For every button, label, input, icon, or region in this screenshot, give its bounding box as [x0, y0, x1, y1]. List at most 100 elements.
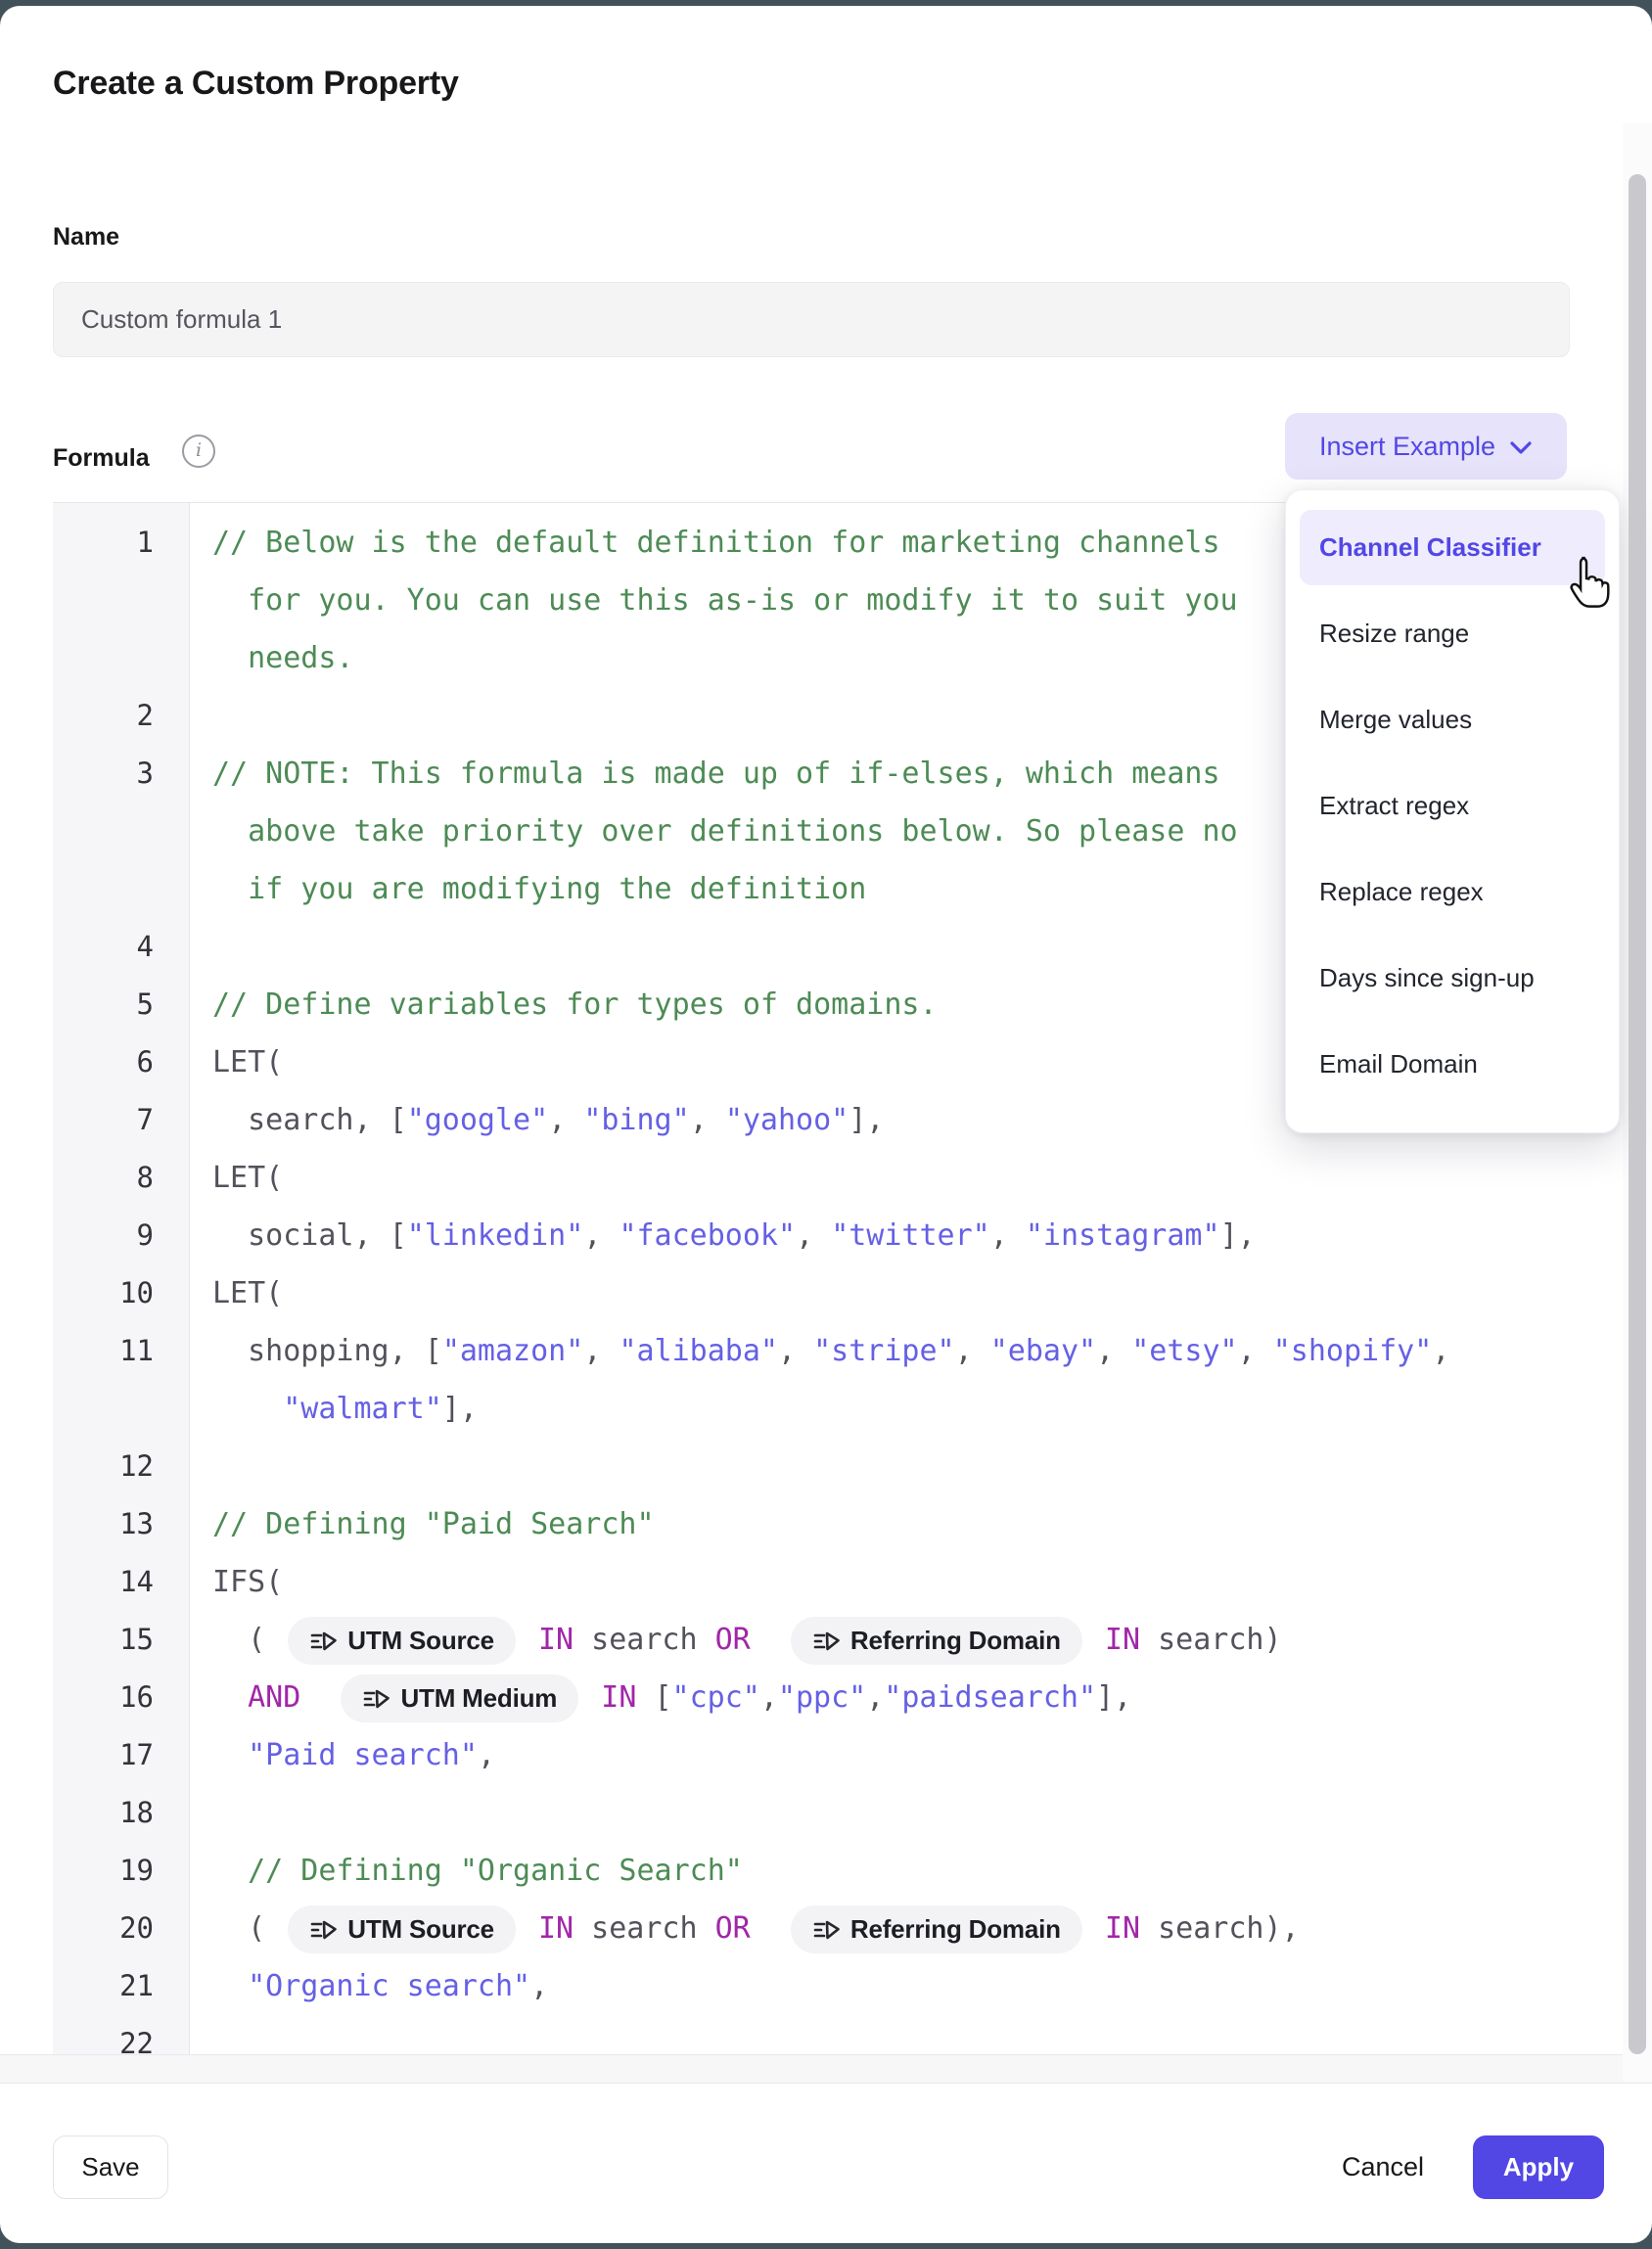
- line-number: 21: [53, 1957, 154, 2015]
- code-segment-code: ],: [442, 1392, 478, 1426]
- line-number: 17: [53, 1726, 154, 1784]
- code-row: ( UTM Source IN search OR Referring Doma…: [212, 1900, 1300, 1957]
- code-row: "Organic search",: [212, 1957, 548, 2015]
- code-row: needs.: [212, 629, 354, 687]
- line-number: 5: [53, 976, 154, 1033]
- code-segment-comment: // Define variables for types of domains…: [212, 987, 938, 1022]
- menu-item-replace-regex[interactable]: Replace regex: [1300, 854, 1605, 930]
- menu-item-days-since-sign-up[interactable]: Days since sign-up: [1300, 941, 1605, 1016]
- name-input[interactable]: [53, 282, 1570, 357]
- hand-cursor-icon: [1562, 554, 1617, 613]
- code-segment-string: "Paid search": [248, 1738, 478, 1772]
- cancel-button[interactable]: Cancel: [1336, 2151, 1430, 2183]
- code-segment-string: "instagram": [1026, 1218, 1220, 1253]
- code-segment-code: (: [212, 1623, 283, 1657]
- save-button[interactable]: Save: [53, 2135, 168, 2199]
- property-chip-utm-source[interactable]: UTM Source: [288, 1905, 516, 1953]
- code-segment-op: IN: [538, 1623, 574, 1657]
- code-row: IFS(: [212, 1553, 283, 1611]
- code-segment-code: ,: [690, 1103, 725, 1137]
- code-segment-code: shopping, [: [212, 1334, 442, 1368]
- code-row: shopping, ["amazon", "alibaba", "stripe"…: [212, 1322, 1449, 1380]
- code-segment-comment: if you are modifying the definition: [212, 872, 866, 906]
- property-chip-label: UTM Medium: [400, 1670, 557, 1727]
- property-chip-utm-medium[interactable]: UTM Medium: [341, 1675, 578, 1722]
- line-number: 7: [53, 1091, 154, 1149]
- code-segment-code: search),: [1140, 1911, 1300, 1946]
- code-segment-comment: needs.: [212, 641, 354, 675]
- property-icon: [362, 1685, 390, 1713]
- line-number: 22: [53, 2015, 154, 2055]
- code-segment-code: ,: [583, 1334, 619, 1368]
- code-segment-comment: // NOTE: This formula is made up of if-e…: [212, 757, 1220, 791]
- code-row: // Defining "Organic Search": [212, 1842, 743, 1900]
- code-segment-code: [300, 1680, 336, 1715]
- code-segment-code: [: [636, 1680, 671, 1715]
- line-number: 8: [53, 1149, 154, 1207]
- property-icon: [812, 1916, 840, 1944]
- code-segment-comment: // Below is the default definition for m…: [212, 526, 1220, 560]
- line-number: 16: [53, 1669, 154, 1726]
- app-background: Create a Custom Property Name Formula i …: [0, 0, 1652, 2249]
- code-segment-op: AND: [248, 1680, 300, 1715]
- code-segment-code: [583, 1680, 601, 1715]
- code-segment-code: [212, 1680, 248, 1715]
- line-number: 3: [53, 745, 154, 803]
- code-segment-code: ,: [866, 1680, 884, 1715]
- code-row: "walmart"],: [212, 1380, 478, 1438]
- line-number: 1: [53, 514, 154, 572]
- code-segment-code: ,: [760, 1680, 778, 1715]
- apply-button[interactable]: Apply: [1473, 2135, 1604, 2199]
- code-segment-code: [521, 1911, 538, 1946]
- menu-item-resize-range[interactable]: Resize range: [1300, 596, 1605, 671]
- menu-item-merge-values[interactable]: Merge values: [1300, 682, 1605, 757]
- line-number: 14: [53, 1553, 154, 1611]
- line-number: 9: [53, 1207, 154, 1264]
- code-segment-string: "ebay": [990, 1334, 1096, 1368]
- code-segment-code: ,: [1238, 1334, 1273, 1368]
- line-number: 13: [53, 1495, 154, 1553]
- insert-example-label: Insert Example: [1319, 432, 1495, 462]
- property-icon: [812, 1628, 840, 1655]
- property-chip-referring-domain[interactable]: Referring Domain: [791, 1617, 1082, 1665]
- name-label: Name: [53, 223, 119, 252]
- code-segment-code: [212, 1969, 248, 2003]
- property-chip-utm-source[interactable]: UTM Source: [288, 1617, 516, 1665]
- code-row: LET(: [212, 1264, 283, 1322]
- line-number: 6: [53, 1033, 154, 1091]
- code-row: if you are modifying the definition: [212, 860, 866, 918]
- code-segment-code: ,: [778, 1334, 813, 1368]
- code-row: LET(: [212, 1033, 283, 1091]
- line-number: 4: [53, 918, 154, 976]
- code-segment-code: IFS(: [212, 1565, 283, 1599]
- property-chip-label: Referring Domain: [850, 1901, 1061, 1958]
- horizontal-scrollbar-track[interactable]: [0, 2054, 1652, 2084]
- code-row: LET(: [212, 1149, 283, 1207]
- info-icon[interactable]: i: [182, 435, 215, 468]
- code-segment-code: (: [212, 1911, 283, 1946]
- property-chip-label: UTM Source: [347, 1901, 494, 1958]
- vertical-scrollbar-thumb[interactable]: [1629, 174, 1646, 2054]
- code-row: above take priority over definitions bel…: [212, 803, 1238, 860]
- insert-example-button[interactable]: Insert Example: [1285, 413, 1567, 480]
- menu-item-extract-regex[interactable]: Extract regex: [1300, 768, 1605, 844]
- create-custom-property-modal: Create a Custom Property Name Formula i …: [0, 6, 1652, 2243]
- code-segment-code: search): [1140, 1623, 1282, 1657]
- code-segment-string: "etsy": [1131, 1334, 1237, 1368]
- code-segment-op: IN: [538, 1911, 574, 1946]
- menu-item-channel-classifier[interactable]: Channel Classifier: [1300, 510, 1605, 585]
- code-row: for you. You can use this as-is or modif…: [212, 572, 1238, 629]
- code-segment-code: ],: [1220, 1218, 1256, 1253]
- code-segment-op: OR: [715, 1911, 751, 1946]
- code-segment-op: IN: [1105, 1911, 1140, 1946]
- code-row: search, ["google", "bing", "yahoo"],: [212, 1091, 884, 1149]
- property-chip-referring-domain[interactable]: Referring Domain: [791, 1905, 1082, 1953]
- code-segment-code: [212, 1738, 248, 1772]
- code-segment-op: OR: [715, 1623, 751, 1657]
- code-segment-code: ,: [1432, 1334, 1449, 1368]
- code-segment-code: search: [574, 1623, 715, 1657]
- line-number: 11: [53, 1322, 154, 1380]
- property-icon: [309, 1916, 337, 1944]
- code-segment-code: ,: [583, 1218, 619, 1253]
- menu-item-email-domain[interactable]: Email Domain: [1300, 1027, 1605, 1102]
